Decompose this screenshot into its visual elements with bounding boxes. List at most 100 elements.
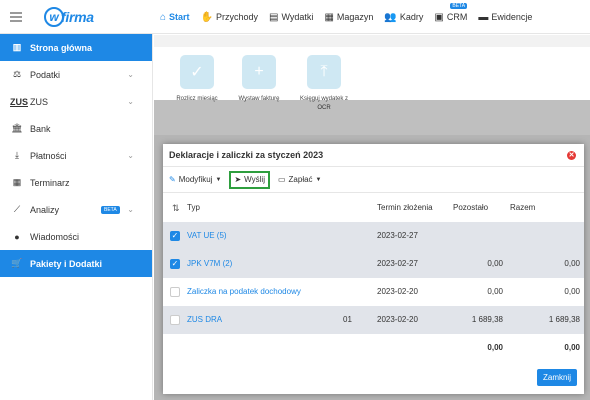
row-remaining: 0,00 bbox=[487, 287, 503, 296]
nav-magazyn[interactable]: ▦ Magazyn bbox=[324, 0, 373, 34]
chevron-down-icon: ⌄ bbox=[127, 205, 134, 214]
sidebar-item-strona-glowna[interactable]: ▥ Strona główna bbox=[0, 34, 152, 61]
download-icon: ⤓ bbox=[15, 150, 19, 160]
nav-kadry-label: Kadry bbox=[399, 12, 424, 22]
table-row[interactable]: ZUS DRA 01 2023-02-20 1 689,38 1 689,38 bbox=[163, 306, 584, 334]
row-checkbox[interactable] bbox=[170, 287, 180, 297]
caret-down-icon: ▼ bbox=[315, 176, 322, 183]
home-icon: ⌂ bbox=[160, 11, 167, 23]
calendar-icon: ▦ bbox=[12, 177, 22, 187]
nav-kadry[interactable]: 👥 Kadry bbox=[384, 0, 423, 34]
users-icon: 👥 bbox=[384, 11, 397, 23]
zus-icon: ZUS bbox=[10, 96, 28, 107]
sidebar-item-label: Bank bbox=[30, 123, 51, 134]
sidebar-item-label: Analizy bbox=[30, 204, 60, 215]
sidebar-item-terminarz[interactable]: ▦ Terminarz bbox=[0, 169, 152, 196]
column-header-total[interactable]: Razem bbox=[510, 194, 580, 222]
nav-start[interactable]: ⌂ Start bbox=[160, 0, 190, 34]
row-type-link[interactable]: VAT UE (5) bbox=[187, 222, 227, 250]
edit-icon: ✎ bbox=[169, 175, 176, 184]
row-total: 1 689,38 bbox=[548, 315, 580, 324]
wfirma-logo[interactable]: w firma bbox=[44, 6, 94, 28]
row-type-link[interactable]: Zaliczka na podatek dochodowy bbox=[187, 278, 301, 306]
sidebar-item-label: Strona główna bbox=[30, 42, 93, 53]
line-chart-icon: ⟋ bbox=[13, 204, 21, 214]
folder-icon: ▬ bbox=[478, 11, 489, 23]
table-header: ⇅ Typ Termin złożenia Pozostało Razem bbox=[163, 194, 584, 222]
sort-icon[interactable]: ⇅ bbox=[172, 194, 180, 222]
row-total: 0,00 bbox=[564, 287, 580, 296]
nav-ewidencje[interactable]: ▬ Ewidencje bbox=[478, 0, 532, 34]
modify-label: Modyfikuj bbox=[178, 175, 213, 184]
row-checkbox[interactable]: ✓ bbox=[170, 231, 180, 241]
send-button[interactable]: ➤ Wyślij bbox=[229, 170, 270, 189]
sidebar-item-wiadomosci[interactable]: ● Wiadomości bbox=[0, 223, 152, 250]
top-bar: w firma ⌂ Start ✋ Przychody ▤ Wydatki ▦ … bbox=[0, 0, 590, 34]
crm-beta-badge: BETA bbox=[450, 3, 468, 9]
close-button[interactable]: Zamknij bbox=[536, 369, 577, 386]
sidebar-item-label: Terminarz bbox=[30, 177, 70, 188]
pay-dropdown-button[interactable]: ▭ Zapłać ▼ bbox=[276, 171, 324, 189]
hand-money-icon: ✋ bbox=[200, 11, 214, 23]
row-date: 2023-02-27 bbox=[377, 259, 418, 268]
chevron-down-icon: ⌄ bbox=[127, 97, 134, 106]
nav-crm-label: CRM bbox=[446, 12, 468, 22]
row-checkbox[interactable]: ✓ bbox=[170, 259, 180, 269]
main-nav: ⌂ Start ✋ Przychody ▤ Wydatki ▦ Magazyn … bbox=[160, 0, 543, 34]
sidebar: ▥ Strona główna ⚖ Podatki ⌄ ZUS ZUS ⌄ 🏛 … bbox=[0, 34, 153, 400]
row-type-link[interactable]: JPK V7M (2) bbox=[187, 250, 232, 278]
column-header-remaining[interactable]: Pozostało bbox=[453, 194, 503, 222]
send-label: Wyślij bbox=[244, 175, 265, 184]
close-icon[interactable]: ✕ bbox=[567, 151, 576, 160]
wallet-icon: ▤ bbox=[269, 11, 279, 23]
warehouse-icon: ▦ bbox=[324, 11, 334, 23]
nav-start-label: Start bbox=[169, 12, 190, 22]
declarations-table: ⇅ Typ Termin złożenia Pozostało Razem ✓ … bbox=[163, 194, 584, 362]
tile-rozlicz-miesiac[interactable]: ✓ Rozlicz miesiąc bbox=[167, 55, 227, 104]
invoice-add-icon: + bbox=[242, 55, 276, 89]
row-date: 2023-02-27 bbox=[377, 231, 418, 240]
sidebar-item-label: Płatności bbox=[30, 150, 67, 161]
hamburger-menu-icon[interactable] bbox=[10, 12, 22, 22]
sidebar-item-bank[interactable]: 🏛 Bank bbox=[0, 115, 152, 142]
contact-card-icon: ▣ bbox=[434, 11, 444, 23]
logo-text: firma bbox=[61, 9, 94, 25]
column-header-due[interactable]: Termin złożenia bbox=[377, 194, 433, 222]
sidebar-item-zus[interactable]: ZUS ZUS ⌄ bbox=[0, 88, 152, 115]
row-date: 2023-02-20 bbox=[377, 315, 418, 324]
sidebar-item-platnosci[interactable]: ⤓ Płatności ⌄ bbox=[0, 142, 152, 169]
sidebar-item-podatki[interactable]: ⚖ Podatki ⌄ bbox=[0, 61, 152, 88]
chat-bubble-icon: ● bbox=[14, 231, 20, 242]
modify-dropdown-button[interactable]: ✎ Modyfikuj ▼ bbox=[167, 171, 223, 189]
bank-icon: 🏛 bbox=[11, 123, 23, 133]
dashboard-icon: ▥ bbox=[12, 42, 22, 52]
nav-przychody-label: Przychody bbox=[216, 12, 259, 22]
row-remaining: 0,00 bbox=[487, 259, 503, 268]
tile-wystaw-fakture[interactable]: + Wystaw fakturę bbox=[229, 55, 289, 104]
row-remaining: 1 689,38 bbox=[471, 315, 503, 324]
modal-toolbar: ✎ Modyfikuj ▼ ➤ Wyślij ▭ Zapłać ▼ bbox=[163, 167, 584, 193]
nav-crm[interactable]: ▣ CRM BETA bbox=[434, 0, 467, 34]
row-date: 2023-02-20 bbox=[377, 287, 418, 296]
table-row[interactable]: Zaliczka na podatek dochodowy 2023-02-20… bbox=[163, 278, 584, 306]
analizy-beta-badge: BETA bbox=[101, 206, 120, 214]
row-total: 0,00 bbox=[564, 259, 580, 268]
sidebar-item-analizy[interactable]: ⟋ Analizy BETA ⌄ bbox=[0, 196, 152, 223]
sidebar-item-label: ZUS bbox=[30, 96, 48, 107]
row-extra: 01 bbox=[343, 315, 352, 324]
column-header-type[interactable]: Typ bbox=[187, 194, 200, 222]
row-total bbox=[510, 222, 580, 250]
table-row[interactable]: ✓ JPK V7M (2) 2023-02-27 0,00 0,00 bbox=[163, 250, 584, 278]
document-upload-icon: ⤒ bbox=[307, 55, 341, 89]
nav-przychody[interactable]: ✋ Przychody bbox=[201, 0, 258, 34]
nav-magazyn-label: Magazyn bbox=[336, 12, 374, 22]
table-row[interactable]: ✓ VAT UE (5) 2023-02-27 bbox=[163, 222, 584, 250]
chevron-down-icon: ⌄ bbox=[127, 151, 134, 160]
pay-label: Zapłać bbox=[288, 175, 313, 184]
nav-wydatki[interactable]: ▤ Wydatki bbox=[269, 0, 313, 34]
total-total: 0,00 bbox=[564, 343, 580, 352]
row-type-link[interactable]: ZUS DRA bbox=[187, 306, 222, 334]
sidebar-item-pakiety[interactable]: 🛒 Pakiety i Dodatki bbox=[0, 250, 152, 277]
scales-icon: ⚖ bbox=[12, 69, 22, 79]
row-checkbox[interactable] bbox=[170, 315, 180, 325]
